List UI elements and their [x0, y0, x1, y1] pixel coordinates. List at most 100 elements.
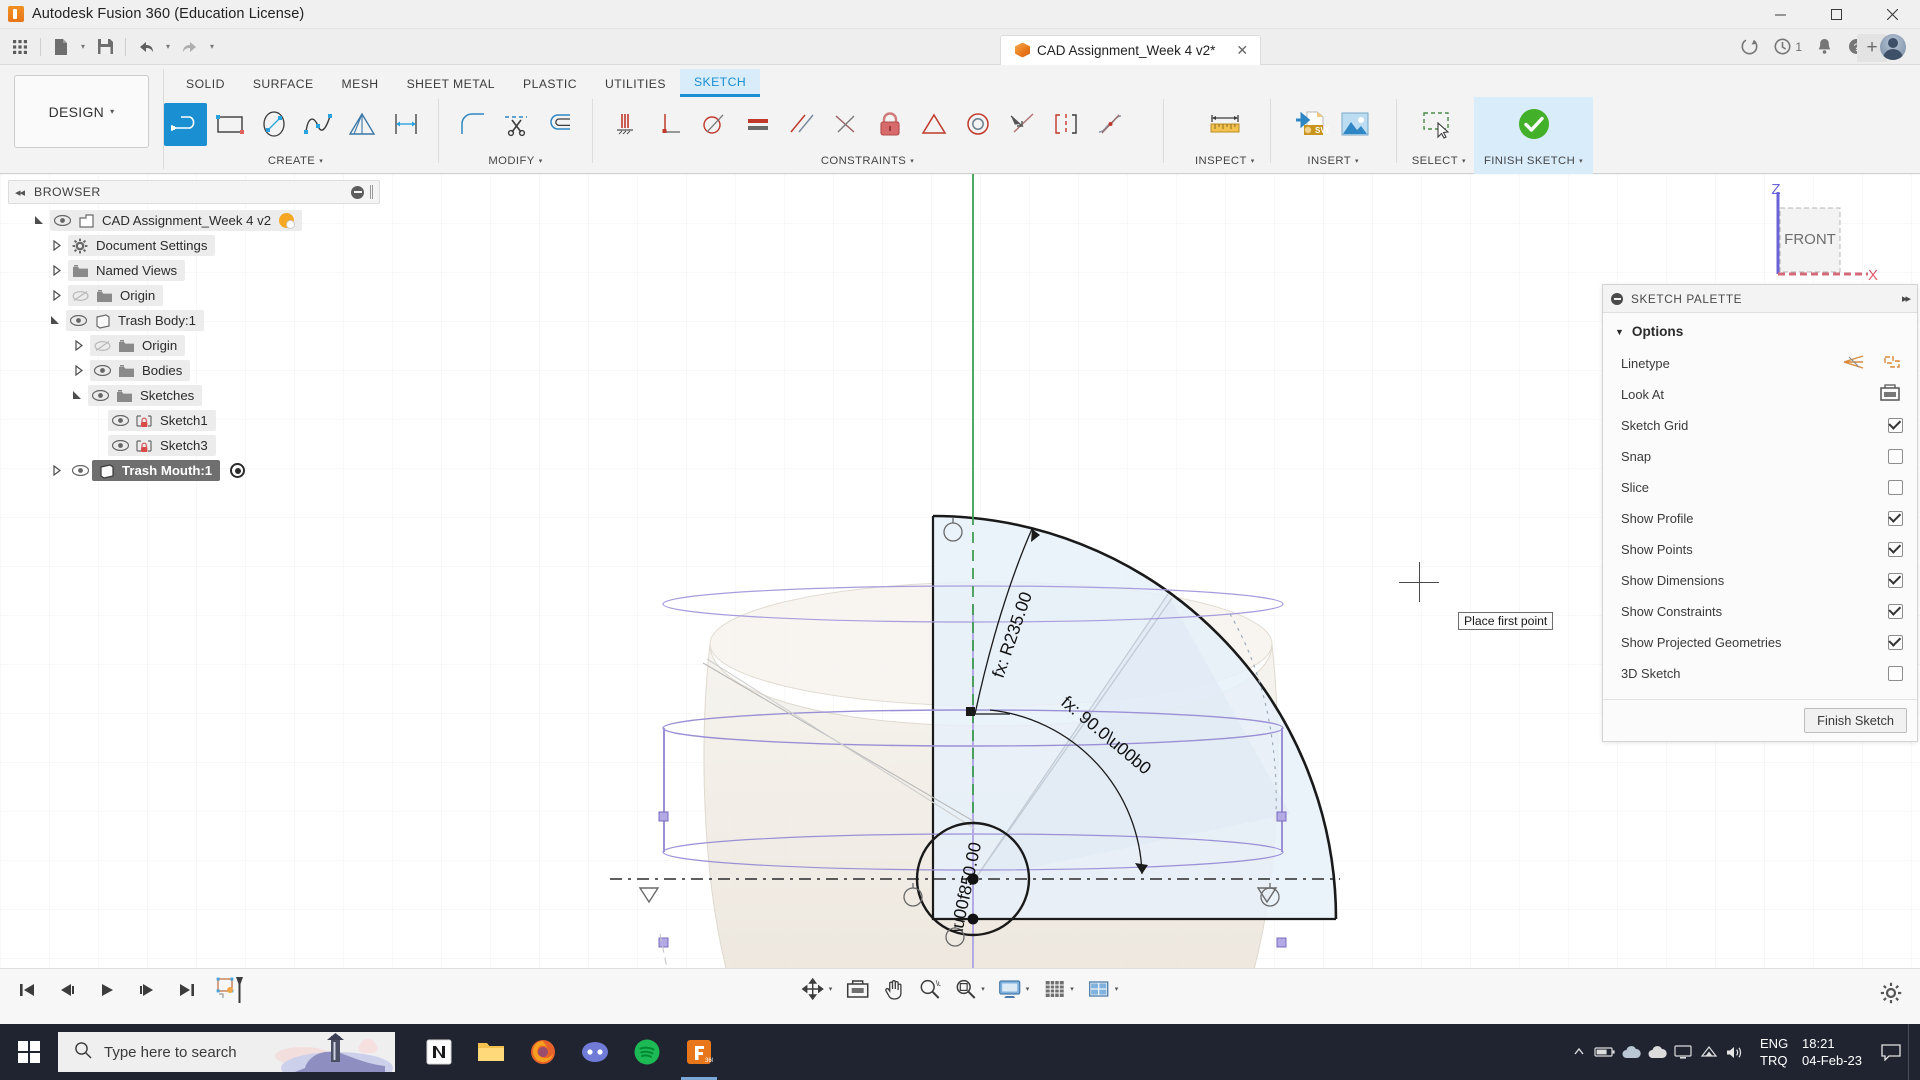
refresh-icon[interactable] — [1740, 37, 1759, 56]
go-to-end-button[interactable] — [174, 975, 200, 1005]
taskbar-app-notion[interactable] — [413, 1024, 465, 1080]
pan-tool[interactable] — [878, 974, 908, 1004]
show-points-checkbox[interactable] — [1888, 542, 1903, 557]
construction-line-icon[interactable] — [1843, 353, 1865, 374]
taskbar-app-discord[interactable] — [569, 1024, 621, 1080]
volume-icon[interactable] — [1722, 1024, 1748, 1080]
insert-image-icon[interactable] — [1334, 103, 1377, 146]
minimize-button[interactable] — [1752, 0, 1808, 29]
palette-row-3d-sketch[interactable]: 3D Sketch — [1603, 658, 1917, 689]
settings-gear-icon[interactable] — [1880, 982, 1902, 1009]
redo-caret-icon[interactable]: ▾ — [206, 33, 218, 61]
3d-sketch-checkbox[interactable] — [1888, 666, 1903, 681]
line-icon[interactable] — [164, 102, 207, 146]
panel-select-label[interactable]: SELECT ▾ — [1412, 151, 1466, 171]
display-settings-icon[interactable] — [995, 974, 1025, 1004]
rectangle-icon[interactable] — [208, 103, 251, 146]
chevron-down-icon[interactable]: ▾ — [1026, 985, 1030, 993]
undo-caret-icon[interactable]: ▾ — [162, 33, 174, 61]
panel-constraints-label[interactable]: CONSTRAINTS ▾ — [821, 151, 914, 171]
close-icon[interactable]: ✕ — [1236, 42, 1248, 59]
symmetry-icon[interactable] — [1044, 103, 1087, 146]
slice-checkbox[interactable] — [1888, 480, 1903, 495]
fillet-icon[interactable] — [450, 103, 493, 146]
display-settings-tool[interactable]: ▾ — [995, 974, 1034, 1004]
tree-row-sketch1[interactable]: Sketch1 — [8, 408, 380, 433]
look-at-icon[interactable] — [1879, 384, 1901, 405]
viewports-tool[interactable]: ▾ — [1084, 974, 1123, 1004]
panel-create-label[interactable]: CREATE ▾ — [268, 151, 323, 171]
dimension-icon[interactable] — [384, 103, 427, 146]
tree-row-origin-nested[interactable]: Origin — [8, 333, 380, 358]
panel-inspect-label[interactable]: INSPECT ▾ — [1195, 151, 1255, 171]
expand-triangle-icon[interactable] — [46, 465, 68, 476]
panel-insert-label[interactable]: INSERT ▾ — [1307, 151, 1359, 171]
chevron-down-icon[interactable]: ▾ — [1070, 985, 1074, 993]
minimize-icon[interactable] — [1611, 292, 1623, 305]
monitor-icon[interactable] — [1670, 1024, 1696, 1080]
select-window-icon[interactable] — [1417, 103, 1460, 146]
horizontal-vertical-icon[interactable] — [604, 103, 647, 146]
centerline-icon[interactable] — [1881, 353, 1903, 374]
tab-sketch[interactable]: SKETCH — [679, 69, 761, 97]
collapse-left-icon[interactable]: ◂◂ — [15, 186, 25, 199]
show-dimensions-checkbox[interactable] — [1888, 573, 1903, 588]
tab-utilities[interactable]: UTILITIES — [591, 71, 680, 97]
sketch-palette-header[interactable]: SKETCH PALETTE ▸▸ — [1603, 285, 1917, 313]
chevron-down-icon[interactable]: ▾ — [1115, 985, 1119, 993]
taskbar-app-firefox[interactable] — [517, 1024, 569, 1080]
taskbar-app-file-explorer[interactable] — [465, 1024, 517, 1080]
tab-sheet-metal[interactable]: SHEET METAL — [393, 71, 509, 97]
step-back-button[interactable] — [54, 975, 80, 1005]
insert-svg-icon[interactable]: SVG — [1290, 103, 1333, 146]
workspace-switcher-button[interactable]: DESIGN ▾ — [14, 75, 149, 148]
palette-row-linetype[interactable]: Linetype — [1603, 348, 1917, 379]
grid-snaps-tool[interactable]: ▾ — [1039, 974, 1078, 1004]
look-at-icon[interactable] — [842, 974, 872, 1004]
collinear-icon[interactable] — [912, 103, 955, 146]
fix-lock-icon[interactable] — [868, 103, 911, 146]
undo-icon[interactable] — [132, 33, 160, 61]
palette-row-sketch-grid[interactable]: Sketch Grid — [1603, 410, 1917, 441]
tree-row-trash-mouth[interactable]: Trash Mouth:1 — [8, 458, 380, 483]
chevron-down-icon[interactable]: ▾ — [829, 985, 833, 993]
ellipse-icon[interactable] — [252, 103, 295, 146]
viewports-icon[interactable] — [1084, 974, 1114, 1004]
expand-triangle-icon[interactable] — [46, 265, 68, 276]
job-status-icon[interactable]: 1 — [1773, 37, 1802, 56]
midpoint-icon[interactable] — [824, 103, 867, 146]
minimize-icon[interactable] — [351, 185, 364, 199]
palette-row-slice[interactable]: Slice — [1603, 472, 1917, 503]
tree-row-bodies[interactable]: Bodies — [8, 358, 380, 383]
palette-row-show-dimensions[interactable]: Show Dimensions — [1603, 565, 1917, 596]
visibility-eye-icon[interactable] — [108, 440, 132, 451]
tree-row-named-views[interactable]: Named Views — [8, 258, 380, 283]
panel-modify-label[interactable]: MODIFY ▾ — [488, 151, 542, 171]
play-button[interactable] — [94, 975, 120, 1005]
expand-triangle-icon[interactable] — [44, 315, 66, 326]
battery-icon[interactable] — [1592, 1024, 1618, 1080]
fit-zoom-tool[interactable]: ▾ — [950, 974, 989, 1004]
expand-triangle-icon[interactable] — [68, 365, 90, 376]
polygon-icon[interactable] — [340, 103, 383, 146]
tree-row-sketch3[interactable]: Sketch3 — [8, 433, 380, 458]
pan-hand-icon[interactable] — [878, 974, 908, 1004]
orbit-tool[interactable]: ▾ — [798, 974, 837, 1004]
parallel-icon[interactable] — [780, 103, 823, 146]
equal-icon[interactable] — [736, 103, 779, 146]
sketch-timeline-marker[interactable] — [214, 975, 248, 1005]
visibility-eye-icon[interactable] — [88, 390, 112, 401]
coincident-icon[interactable] — [1000, 103, 1043, 146]
palette-row-show-constraints[interactable]: Show Constraints — [1603, 596, 1917, 627]
taskbar-app-spotify[interactable] — [621, 1024, 673, 1080]
tab-plastic[interactable]: PLASTIC — [509, 71, 591, 97]
show-constraints-checkbox[interactable] — [1888, 604, 1903, 619]
visibility-eye-icon[interactable] — [68, 465, 92, 476]
windows-start-icon[interactable] — [0, 1024, 58, 1080]
chevron-down-icon[interactable]: ▾ — [981, 985, 985, 993]
tab-surface[interactable]: SURFACE — [239, 71, 328, 97]
weather-cloud-icon[interactable] — [1644, 1024, 1670, 1080]
curvature-icon[interactable] — [1088, 103, 1131, 146]
go-to-start-button[interactable] — [14, 975, 40, 1005]
panel-finish-sketch-label[interactable]: FINISH SKETCH ▾ — [1484, 151, 1583, 171]
